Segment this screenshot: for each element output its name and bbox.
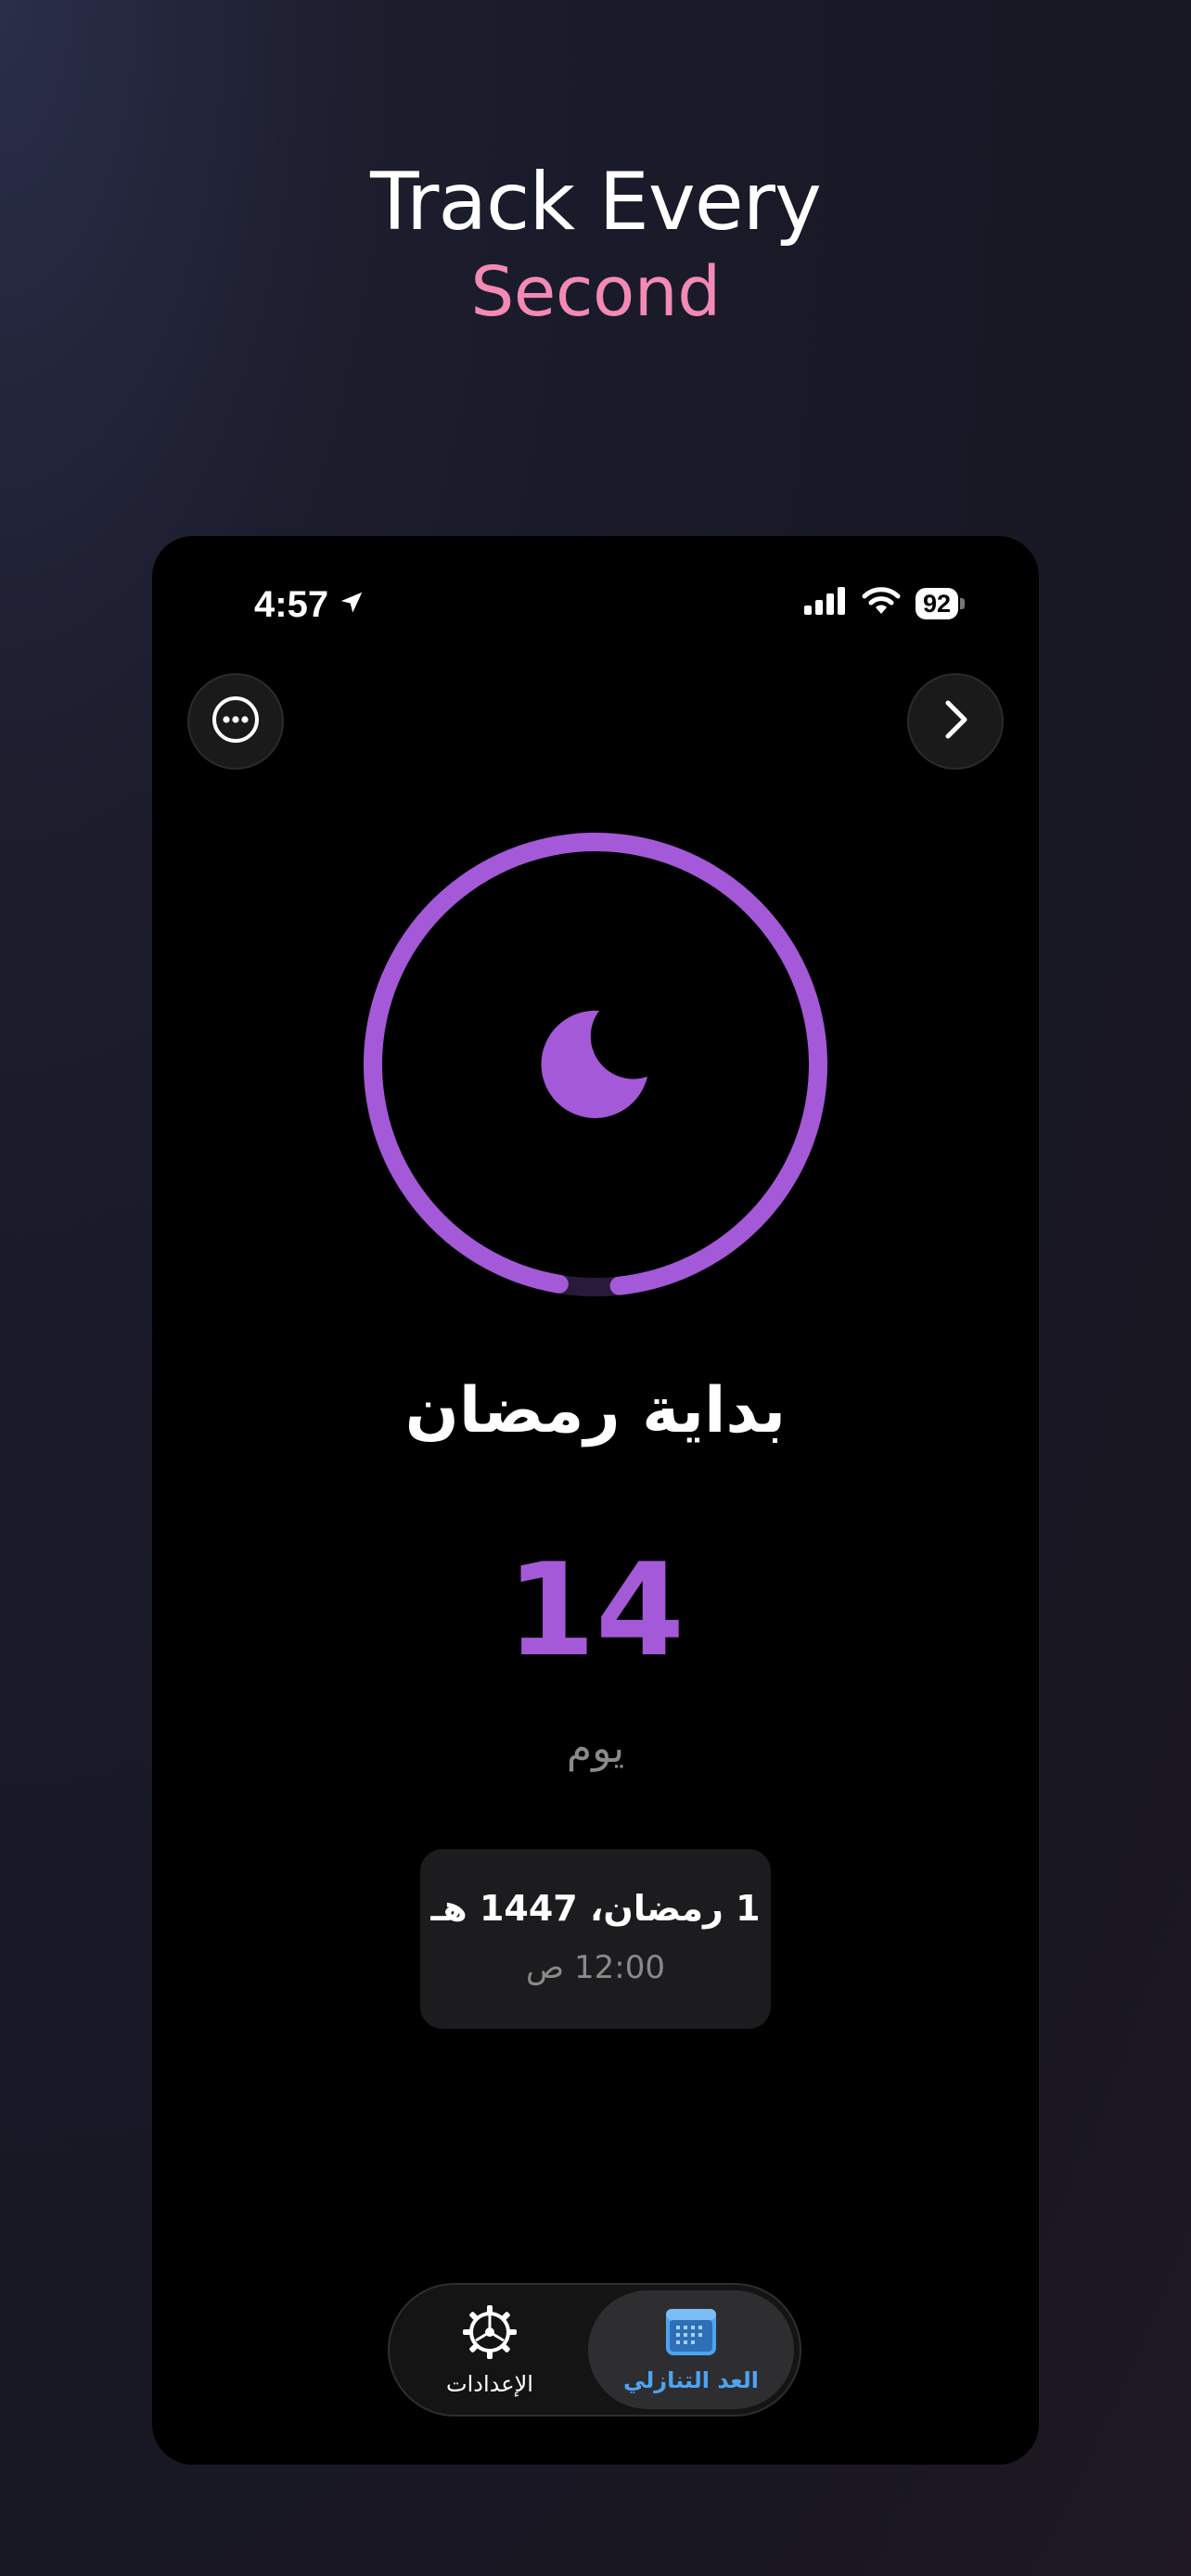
cellular-signal-icon: [803, 587, 847, 619]
tab-countdown-label: العد التنازلي: [623, 2366, 759, 2393]
promo-headline-accent: Second: [470, 252, 721, 332]
more-options-button[interactable]: [187, 673, 284, 770]
status-time: 4:57: [254, 584, 329, 625]
promo-headline: Track Every: [370, 156, 822, 249]
more-options-icon: [210, 694, 262, 750]
tab-bar: الإعدادات العد التنازلي: [388, 2283, 801, 2417]
target-date: 1 رمضان، 1447 هـ: [430, 1888, 761, 1929]
calendar-icon: [664, 2307, 718, 2362]
phone-screen: 4:57 92 بداية رمضان 14 يوم 1 رمضان، 1447…: [152, 536, 1039, 2465]
chevron-right-icon: [937, 697, 974, 746]
target-date-card: 1 رمضان، 1447 هـ 12:00 ص: [420, 1849, 771, 2029]
tab-countdown[interactable]: العد التنازلي: [588, 2290, 794, 2409]
tab-settings-label: الإعدادات: [446, 2370, 533, 2397]
status-bar-right: 92: [803, 586, 965, 620]
battery-level: 92: [915, 587, 958, 619]
tab-settings[interactable]: الإعدادات: [397, 2290, 583, 2409]
countdown-progress-ring: [364, 833, 827, 1296]
event-title: بداية رمضان: [404, 1374, 787, 1447]
countdown-value: 14: [506, 1536, 685, 1685]
countdown-unit: يوم: [566, 1725, 625, 1772]
next-button[interactable]: [907, 673, 1004, 770]
battery-icon: 92: [915, 587, 965, 619]
crescent-moon-icon: [541, 1010, 647, 1118]
target-time: 12:00 ص: [526, 1949, 665, 1986]
status-bar-left: 4:57: [254, 584, 365, 626]
location-arrow-icon: [338, 584, 365, 626]
wifi-icon: [862, 586, 901, 620]
settings-gear-icon: [461, 2303, 519, 2366]
